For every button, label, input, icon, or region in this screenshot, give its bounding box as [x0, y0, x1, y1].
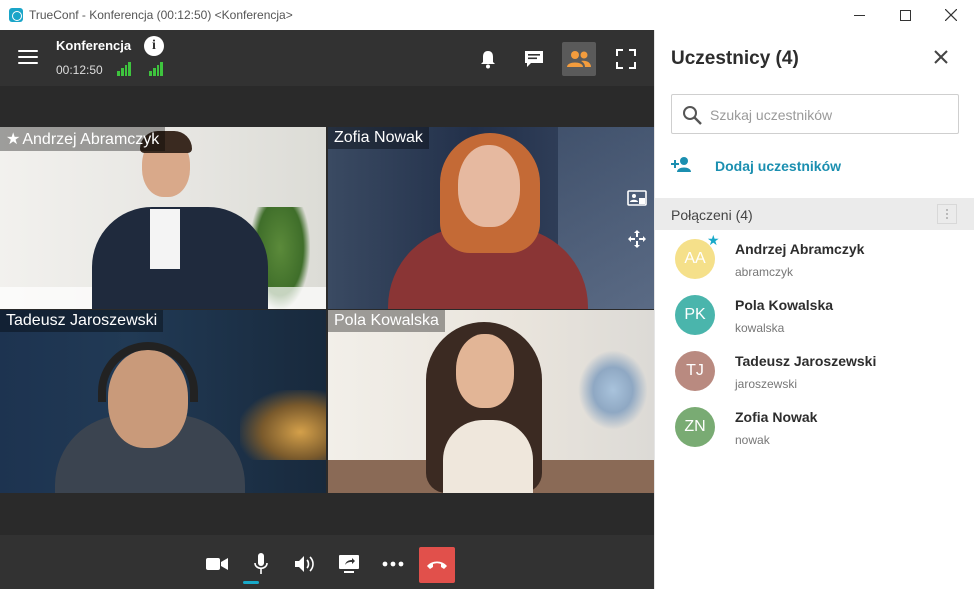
star-icon: ★ — [6, 131, 21, 148]
flowers-decoration — [578, 350, 648, 430]
move-icon — [628, 230, 646, 248]
participants-button[interactable] — [562, 42, 596, 76]
speaker-button[interactable] — [290, 549, 320, 579]
participant-name: Tadeusz Jaroszewski — [735, 353, 877, 369]
add-participants-label[interactable]: Dodaj uczestników — [715, 158, 841, 174]
close-icon — [945, 9, 957, 21]
tile-name-label: Tadeusz Jaroszewski — [0, 310, 164, 332]
search-input[interactable] — [710, 104, 950, 126]
signal-strength-icon — [117, 62, 131, 76]
avatar: TJ — [675, 351, 715, 391]
minimize-icon — [853, 14, 865, 16]
move-video-button[interactable] — [623, 225, 651, 253]
tile-name-label: ★ Andrzej Abramczyk — [0, 127, 166, 151]
avatar: ZN — [675, 407, 715, 447]
tile-name-text: Andrzej Abramczyk — [22, 131, 160, 148]
section-more-button[interactable] — [937, 204, 957, 224]
video-tile[interactable]: Pola Kowalska — [328, 310, 654, 493]
person-head — [458, 145, 520, 227]
video-tile[interactable]: Tadeusz Jaroszewski — [0, 310, 326, 493]
menu-icon[interactable] — [18, 50, 38, 66]
hang-up-icon — [427, 561, 447, 569]
participant-row[interactable]: ZN Zofia Nowak nowak — [655, 400, 974, 456]
person-body — [92, 207, 268, 309]
video-tile[interactable]: Zofia Nowak — [328, 127, 654, 309]
conference-title: Konferencja — [56, 38, 132, 53]
tile-name-text: Pola Kowalska — [334, 312, 439, 329]
minimize-button[interactable] — [836, 0, 882, 30]
owner-star-icon: ★ — [707, 232, 720, 248]
more-icon — [382, 561, 404, 567]
avatar: PK — [675, 295, 715, 335]
tile-name-text: Tadeusz Jaroszewski — [6, 312, 158, 329]
pin-video-button[interactable] — [623, 185, 651, 213]
signal-strength-icon — [149, 62, 163, 76]
mic-active-indicator — [243, 581, 259, 584]
person-body — [443, 420, 533, 493]
participant-login: jaroszewski — [735, 377, 798, 391]
participant-name: Zofia Nowak — [735, 409, 818, 425]
search-icon — [683, 106, 702, 125]
conference-controls — [0, 535, 654, 589]
hang-up-button[interactable] — [419, 547, 455, 583]
chat-icon — [525, 51, 543, 67]
more-button[interactable] — [378, 549, 408, 579]
panel-title: Uczestnicy (4) — [671, 48, 799, 69]
screen-share-button[interactable] — [334, 549, 364, 579]
microphone-button[interactable] — [246, 549, 276, 579]
add-user-icon — [671, 157, 691, 172]
window-title: TrueConf - Konferencja (00:12:50) <Konfe… — [29, 8, 293, 22]
shirt — [150, 209, 180, 269]
window-controls — [836, 0, 974, 30]
maximize-icon — [899, 9, 911, 21]
conference-timer: 00:12:50 — [56, 63, 103, 77]
speaker-icon — [295, 556, 314, 572]
conference-area: Konferencja i 00:12:50 ★ Andrzej Abramczy… — [0, 30, 654, 589]
participant-row[interactable]: AA ★ Andrzej Abramczyk abramczyk — [655, 232, 974, 288]
participant-name: Pola Kowalska — [735, 297, 834, 313]
window-titlebar: TrueConf - Konferencja (00:12:50) <Konfe… — [0, 0, 974, 30]
tile-name-label: Pola Kowalska — [328, 310, 445, 332]
connected-section-label: Połączeni (4) — [671, 207, 753, 223]
camera-button[interactable] — [202, 549, 232, 579]
participants-icon — [567, 51, 591, 67]
video-tile[interactable]: ★ Andrzej Abramczyk — [0, 127, 326, 309]
fullscreen-icon — [616, 49, 636, 69]
participant-login: kowalska — [735, 321, 785, 335]
tile-name-label: Zofia Nowak — [328, 127, 429, 149]
participant-name: Andrzej Abramczyk — [735, 241, 865, 257]
fullscreen-button[interactable] — [609, 42, 643, 76]
close-window-button[interactable] — [928, 0, 974, 30]
maximize-button[interactable] — [882, 0, 928, 30]
notifications-button[interactable] — [471, 42, 505, 76]
search-box[interactable] — [671, 94, 959, 134]
trueconf-logo-icon — [9, 8, 23, 22]
bell-icon — [481, 51, 495, 69]
screen-share-icon — [339, 555, 359, 573]
camera-icon — [206, 558, 228, 570]
participant-row[interactable]: PK Pola Kowalska kowalska — [655, 288, 974, 344]
lamp-decoration — [240, 390, 326, 460]
add-participants-button[interactable] — [671, 152, 693, 176]
connected-section-header: Połączeni (4) — [655, 198, 974, 230]
close-panel-button[interactable] — [931, 48, 951, 68]
tile-name-text: Zofia Nowak — [334, 129, 423, 146]
participants-panel: Uczestnicy (4) Dodaj uczestników Połącze… — [654, 30, 974, 589]
person-head — [456, 334, 514, 408]
participant-login: abramczyk — [735, 265, 794, 279]
close-icon — [934, 50, 948, 64]
participant-login: nowak — [735, 433, 770, 447]
pin-video-icon — [627, 190, 647, 206]
info-icon[interactable]: i — [144, 36, 164, 56]
participant-row[interactable]: TJ Tadeusz Jaroszewski jaroszewski — [655, 344, 974, 400]
chat-button[interactable] — [517, 42, 551, 76]
microphone-icon — [254, 553, 268, 574]
conference-header: Konferencja i 00:12:50 — [0, 30, 654, 86]
